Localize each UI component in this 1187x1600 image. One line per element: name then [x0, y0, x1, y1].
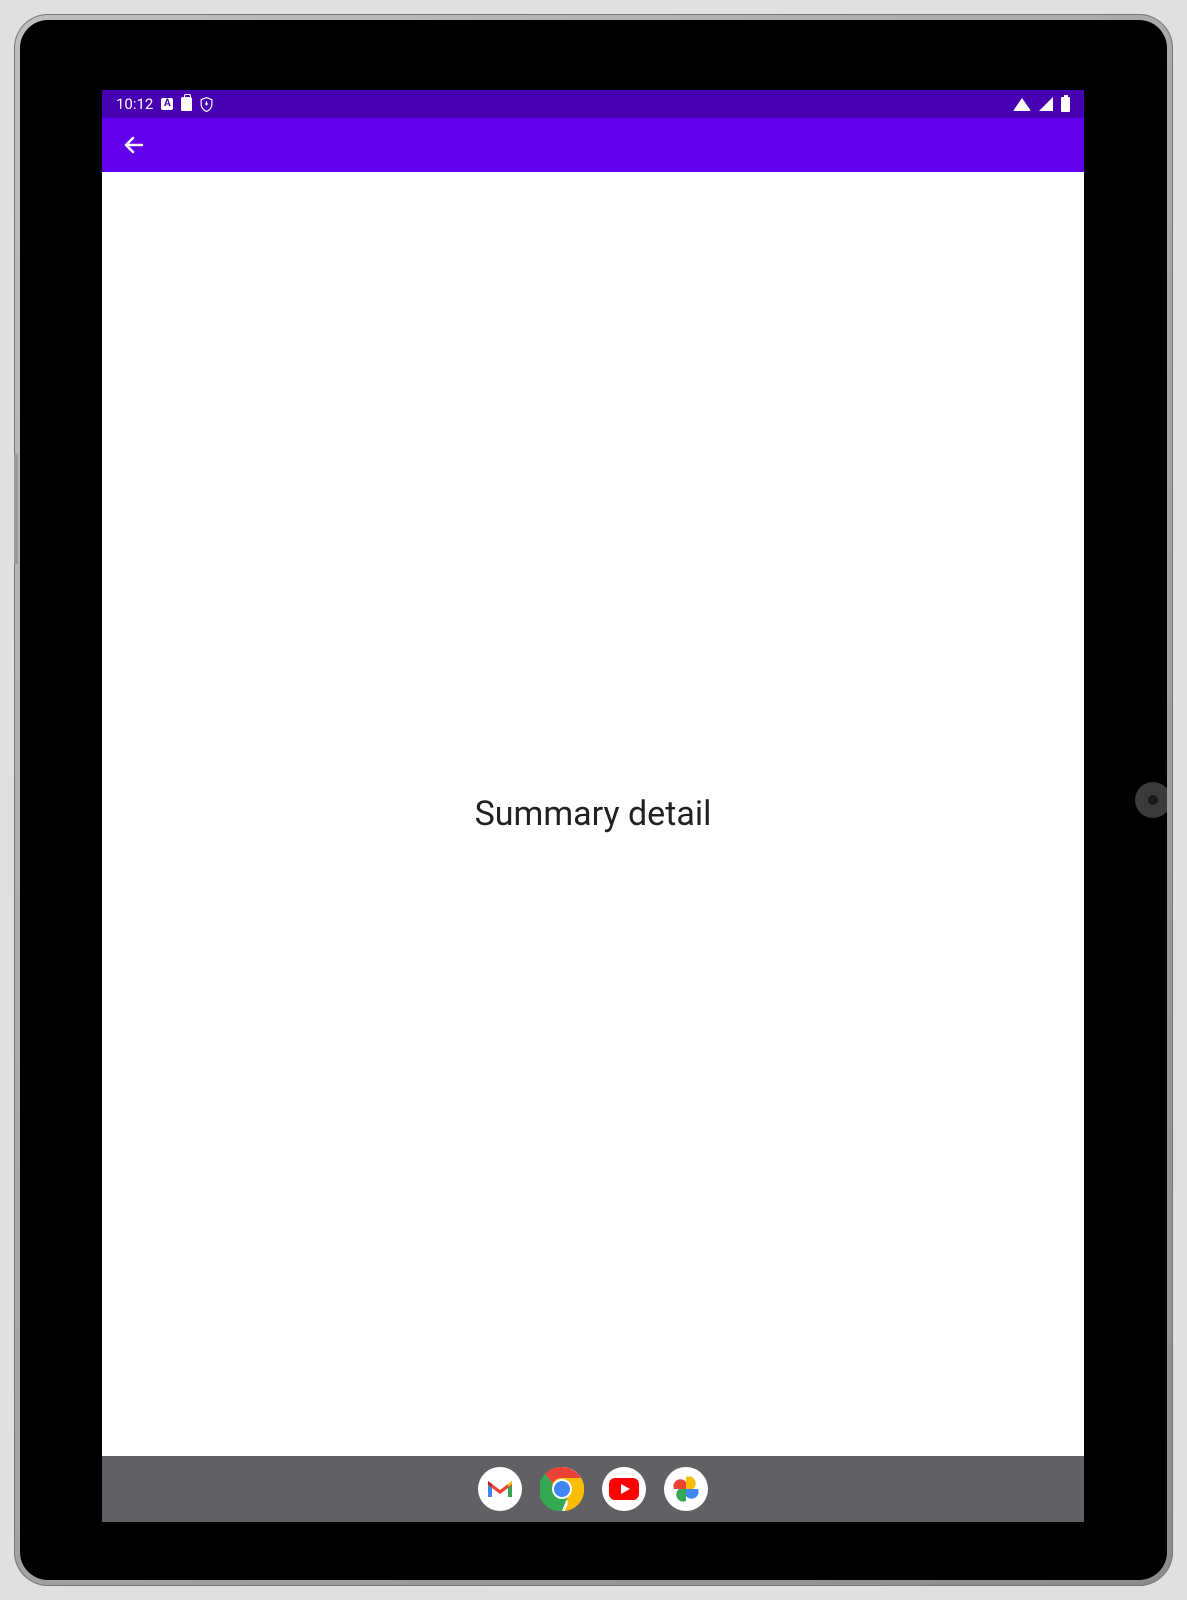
photos-icon — [671, 1474, 701, 1504]
power-button[interactable] — [14, 454, 18, 564]
chrome-icon — [540, 1467, 584, 1511]
taskbar-app-youtube[interactable] — [602, 1467, 646, 1511]
vpn-shield-icon — [200, 97, 213, 112]
battery-icon — [1061, 97, 1070, 112]
tablet-frame: 10:12 A — [14, 14, 1173, 1586]
status-time: 10:12 — [116, 97, 153, 112]
taskbar — [102, 1456, 1084, 1522]
arrow-back-icon — [122, 133, 146, 157]
content-area: Summary detail — [102, 172, 1084, 1456]
page-title: Summary detail — [475, 794, 712, 834]
tablet-bezel: 10:12 A — [20, 20, 1167, 1580]
taskbar-app-photos[interactable] — [664, 1467, 708, 1511]
youtube-icon — [609, 1478, 639, 1500]
gmail-icon — [485, 1478, 515, 1500]
taskbar-app-gmail[interactable] — [478, 1467, 522, 1511]
keyboard-indicator-icon: A — [161, 98, 173, 110]
front-camera — [1135, 782, 1167, 818]
clipboard-icon — [181, 97, 192, 111]
back-button[interactable] — [114, 125, 154, 165]
taskbar-app-chrome[interactable] — [540, 1467, 584, 1511]
status-bar: 10:12 A — [102, 90, 1084, 118]
app-bar — [102, 118, 1084, 172]
cellular-signal-icon — [1039, 97, 1053, 111]
device-screen: 10:12 A — [102, 90, 1084, 1522]
wifi-icon — [1013, 98, 1031, 111]
